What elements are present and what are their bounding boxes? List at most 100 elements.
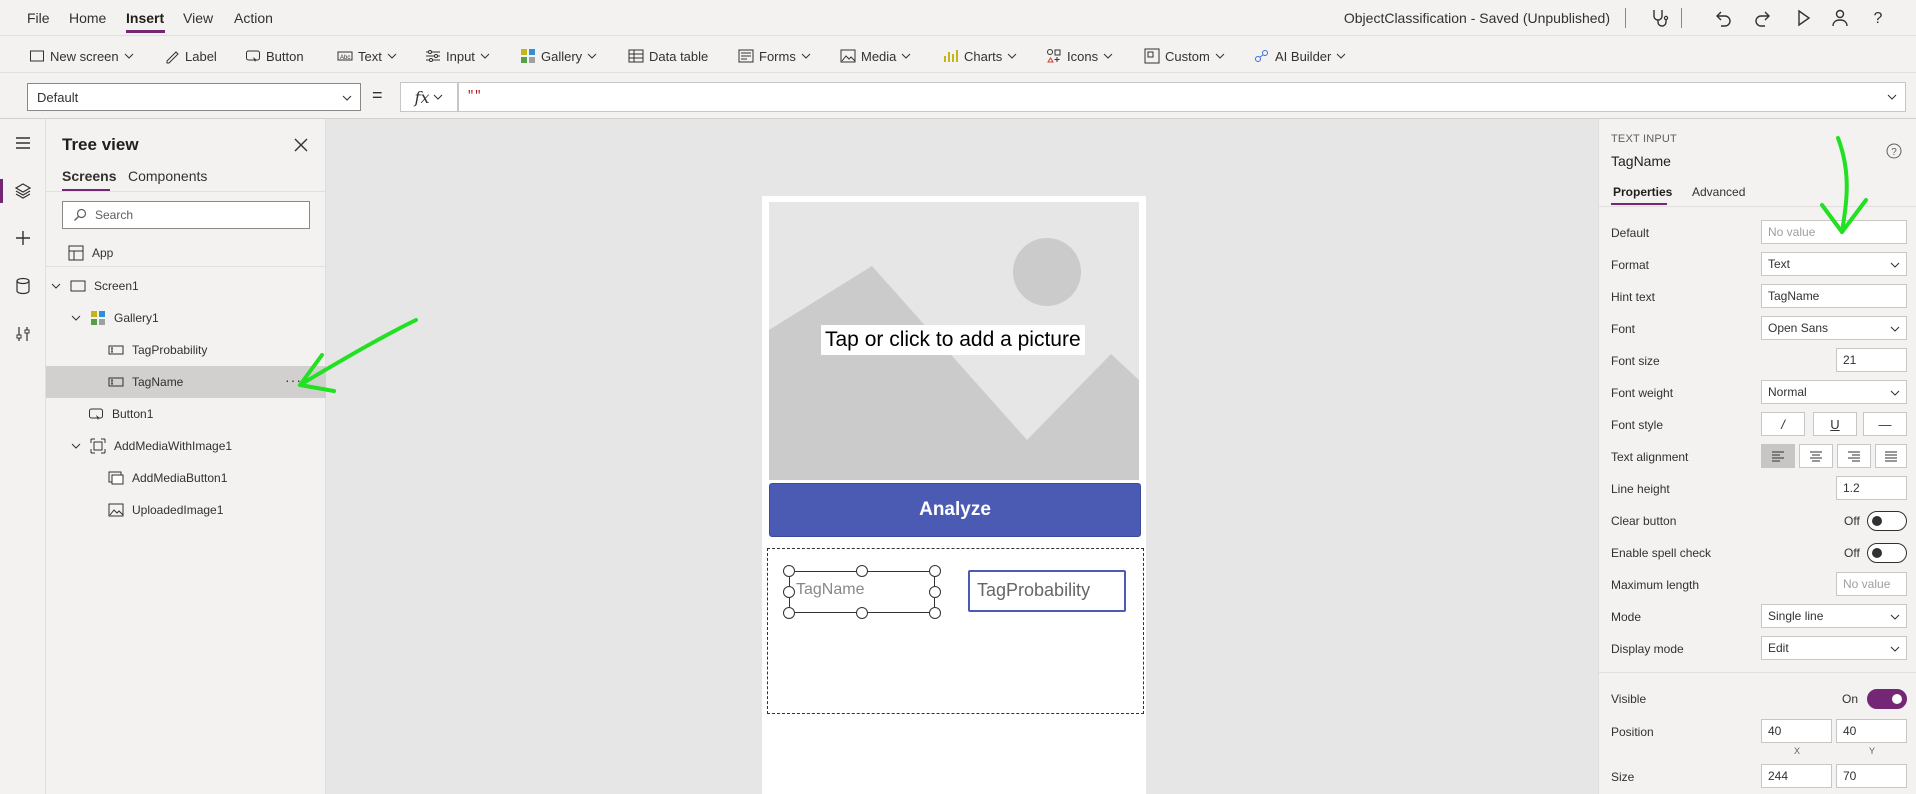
font-size-input[interactable]: 21 (1836, 348, 1907, 372)
data-cylinder-icon[interactable] (11, 274, 35, 298)
insert-plus-icon[interactable] (11, 226, 35, 250)
ai-builder-button[interactable]: AI Builder (1254, 46, 1346, 66)
maximum-length-label: Maximum length (1611, 578, 1700, 592)
close-icon[interactable] (293, 137, 309, 153)
property-dropdown[interactable]: Default (27, 83, 361, 111)
line-height-input[interactable]: 1.2 (1836, 476, 1907, 500)
media-button[interactable]: Media (840, 46, 911, 66)
chevron-down-icon[interactable] (70, 440, 82, 452)
tree-node-label: Button1 (112, 407, 154, 421)
resize-handle[interactable] (856, 607, 868, 619)
maximum-length-input[interactable]: No value (1836, 572, 1907, 596)
mode-value: Single line (1768, 609, 1824, 623)
tagprobability-input[interactable]: TagProbability (968, 570, 1126, 612)
font-dropdown[interactable]: Open Sans (1761, 316, 1907, 340)
play-icon[interactable] (1791, 6, 1815, 30)
formula-input[interactable]: "" (458, 82, 1906, 112)
tree-node-button1[interactable]: Button1 (46, 398, 326, 430)
tab-advanced[interactable]: Advanced (1692, 185, 1745, 199)
resize-handle[interactable] (929, 586, 941, 598)
tab-components[interactable]: Components (128, 168, 207, 184)
resize-handle[interactable] (929, 607, 941, 619)
underline-button[interactable]: U (1813, 412, 1857, 436)
menu-action[interactable]: Action (234, 10, 273, 26)
input-button[interactable]: Input (425, 46, 490, 66)
chevron-down-icon (1890, 262, 1900, 268)
advanced-tools-icon[interactable] (11, 322, 35, 346)
tree-node-tagprobability[interactable]: TagProbability (46, 334, 326, 366)
menu-view[interactable]: View (183, 10, 213, 26)
icons-button[interactable]: Icons (1046, 46, 1113, 66)
align-justify-icon[interactable] (1875, 444, 1907, 468)
strikethrough-button[interactable]: — (1863, 412, 1907, 436)
analyze-button[interactable]: Analyze (769, 483, 1141, 537)
menu-file[interactable]: File (27, 10, 50, 26)
new-screen-button[interactable]: New screen (29, 46, 134, 66)
custom-button[interactable]: Custom (1144, 46, 1225, 66)
divider (1599, 672, 1916, 673)
visible-toggle[interactable] (1867, 689, 1907, 709)
gallery-button[interactable]: Gallery (520, 46, 597, 66)
data-table-button[interactable]: Data table (628, 46, 708, 66)
user-share-icon[interactable] (1829, 6, 1853, 30)
size-height-input[interactable]: 70 (1836, 764, 1907, 788)
position-x-input[interactable]: 40 (1761, 719, 1832, 743)
forms-icon (738, 49, 754, 63)
tree-node-tagname[interactable]: TagName ··· (46, 366, 326, 398)
button-label: Button (266, 48, 304, 64)
svg-text:?: ? (1874, 10, 1883, 27)
clear-button-toggle[interactable] (1867, 511, 1907, 531)
image-icon (108, 502, 124, 518)
resize-handle[interactable] (783, 565, 795, 577)
tree-node-screen1[interactable]: Screen1 (46, 270, 326, 302)
add-picture-control[interactable]: Tap or click to add a picture (769, 202, 1139, 480)
tab-properties[interactable]: Properties (1613, 185, 1672, 199)
spell-check-toggle[interactable] (1867, 543, 1907, 563)
tree-node-addmediawithimage1[interactable]: AddMediaWithImage1 (46, 430, 326, 462)
tree-view-icon[interactable] (11, 179, 35, 203)
text-button[interactable]: Abc Text (337, 46, 397, 66)
align-left-icon[interactable] (1761, 444, 1795, 468)
hamburger-menu-icon[interactable] (11, 131, 35, 155)
redo-icon[interactable] (1751, 6, 1775, 30)
resize-handle[interactable] (783, 586, 795, 598)
expand-formula-icon[interactable] (1887, 92, 1897, 102)
help-circle-icon[interactable]: ? (1886, 143, 1902, 159)
label-button[interactable]: Label (164, 46, 217, 66)
menu-insert[interactable]: Insert (126, 10, 164, 26)
display-mode-dropdown[interactable]: Edit (1761, 636, 1907, 660)
more-options-icon[interactable]: ··· (285, 372, 302, 388)
divider (1599, 206, 1916, 207)
chevron-down-icon[interactable] (70, 312, 82, 324)
chevron-down-icon[interactable] (50, 280, 62, 292)
tree-node-gallery1[interactable]: Gallery1 (46, 302, 326, 334)
menu-home[interactable]: Home (69, 10, 106, 26)
help-icon[interactable]: ? (1866, 6, 1890, 30)
default-input[interactable]: No value (1761, 220, 1907, 244)
font-weight-dropdown[interactable]: Normal (1761, 380, 1907, 404)
size-width-input[interactable]: 244 (1761, 764, 1832, 788)
align-center-icon[interactable] (1799, 444, 1833, 468)
tree-node-app[interactable]: App (68, 237, 308, 269)
undo-icon[interactable] (1711, 6, 1735, 30)
resize-handle[interactable] (783, 607, 795, 619)
stethoscope-icon[interactable] (1647, 6, 1671, 30)
resize-handle[interactable] (929, 565, 941, 577)
button-button[interactable]: Button (245, 46, 304, 66)
tab-screens[interactable]: Screens (62, 168, 116, 184)
position-y-input[interactable]: 40 (1836, 719, 1907, 743)
tree-node-uploadedimage1[interactable]: UploadedImage1 (46, 494, 326, 526)
ai-builder-icon (1255, 50, 1268, 62)
forms-label: Forms (759, 48, 796, 64)
hint-text-input[interactable]: TagName (1761, 284, 1907, 308)
italic-button[interactable]: / (1761, 412, 1805, 436)
mode-dropdown[interactable]: Single line (1761, 604, 1907, 628)
resize-handle[interactable] (856, 565, 868, 577)
fx-button[interactable]: fx (400, 82, 458, 112)
format-dropdown[interactable]: Text (1761, 252, 1907, 276)
forms-button[interactable]: Forms (738, 46, 811, 66)
search-input[interactable]: Search (62, 201, 310, 229)
align-right-icon[interactable] (1837, 444, 1871, 468)
charts-button[interactable]: Charts (943, 46, 1017, 66)
tree-node-addmediabutton1[interactable]: AddMediaButton1 (46, 462, 326, 494)
